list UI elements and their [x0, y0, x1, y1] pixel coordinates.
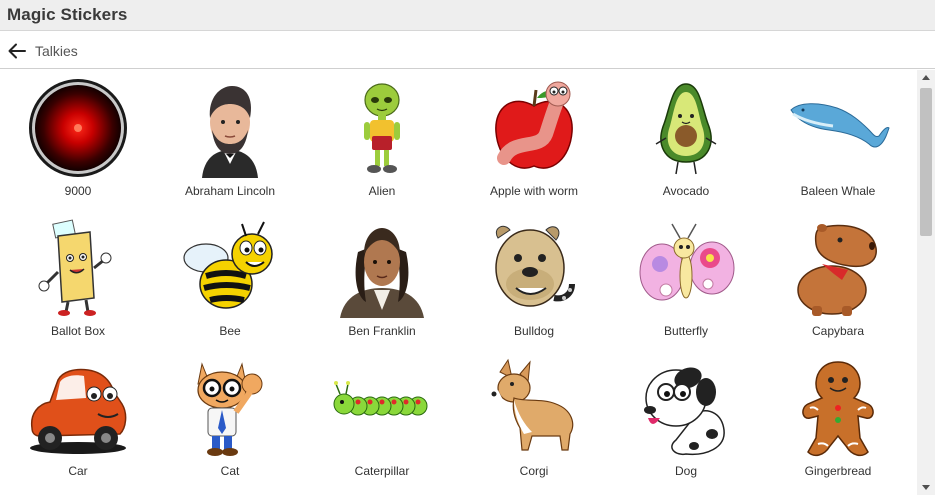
sticker-avocado[interactable]: Avocado	[610, 76, 762, 216]
gingerbread-icon	[802, 361, 874, 457]
sticker-label: 9000	[64, 184, 92, 198]
sticker-ballot-box[interactable]: Ballot Box	[2, 216, 154, 356]
dog-icon	[644, 367, 725, 456]
sticker-corgi[interactable]: Corgi	[458, 356, 610, 495]
sticker-cat[interactable]: Cat	[154, 356, 306, 495]
cat-icon	[197, 362, 263, 456]
nav-bar: Talkies	[0, 31, 935, 69]
caterpillar-icon	[333, 381, 428, 416]
sticker-9000[interactable]: 9000	[2, 76, 154, 216]
sticker-label: Dog	[674, 464, 697, 478]
app-title: Magic Stickers	[7, 5, 128, 24]
avocado-icon	[655, 83, 717, 175]
vertical-scrollbar[interactable]	[917, 70, 935, 495]
sticker-label: Bulldog	[513, 324, 555, 338]
sticker-label: Apple with worm	[489, 184, 579, 198]
sticker-label: Avocado	[662, 184, 710, 198]
sticker-label: Corgi	[519, 464, 549, 478]
sticker-label: Ben Franklin	[348, 324, 416, 338]
ben-franklin-icon	[340, 228, 424, 318]
sticker-label: Butterfly	[663, 324, 708, 338]
sticker-label: Gingerbread	[804, 464, 872, 478]
sticker-label: Alien	[368, 184, 396, 198]
sticker-alien[interactable]: Alien	[306, 76, 458, 216]
sticker-dog[interactable]: Dog	[610, 356, 762, 495]
scroll-up-arrow-icon[interactable]	[917, 70, 935, 86]
sticker-label: Cat	[220, 464, 240, 478]
sticker-apple-with-worm[interactable]: Apple with worm	[458, 76, 610, 216]
back-arrow-icon[interactable]	[6, 40, 28, 62]
sticker-label: Capybara	[811, 324, 865, 338]
sticker-label: Caterpillar	[354, 464, 410, 478]
title-bar: Magic Stickers	[0, 0, 935, 31]
scroll-down-arrow-icon[interactable]	[917, 479, 935, 495]
sticker-bulldog[interactable]: Bulldog	[458, 216, 610, 356]
sticker-capybara[interactable]: Capybara	[762, 216, 914, 356]
sticker-label: Ballot Box	[50, 324, 106, 338]
sticker-caterpillar[interactable]: Caterpillar	[306, 356, 458, 495]
sticker-label: Car	[68, 464, 88, 478]
alien-icon	[364, 83, 400, 173]
whale-icon	[790, 103, 890, 148]
sticker-car[interactable]: Car	[2, 356, 154, 495]
sticker-baleen-whale[interactable]: Baleen Whale	[762, 76, 914, 216]
apple-worm-icon	[495, 81, 573, 169]
sticker-label: Abraham Lincoln	[184, 184, 276, 198]
sticker-gingerbread[interactable]: Gingerbread	[762, 356, 914, 495]
sticker-bee[interactable]: Bee	[154, 216, 306, 356]
corgi-icon	[491, 358, 574, 451]
scrollbar-thumb[interactable]	[920, 88, 932, 236]
sticker-label: Bee	[219, 324, 241, 338]
sticker-label: Baleen Whale	[800, 184, 876, 198]
sticker-gallery: 9000 Abraham Lincoln Alien Apple with wo…	[0, 70, 917, 495]
sticker-ben-franklin[interactable]: Ben Franklin	[306, 216, 458, 356]
car-icon	[30, 368, 127, 454]
sticker-butterfly[interactable]: Butterfly	[610, 216, 762, 356]
red-eye-lens-icon	[29, 79, 127, 177]
abraham-lincoln-icon	[202, 86, 258, 178]
bee-icon	[183, 221, 273, 309]
bulldog-icon	[495, 225, 575, 307]
capybara-icon	[797, 224, 877, 316]
breadcrumb: Talkies	[35, 43, 78, 59]
sticker-abraham-lincoln[interactable]: Abraham Lincoln	[154, 76, 306, 216]
ballot-box-icon	[38, 219, 112, 316]
butterfly-icon	[639, 223, 735, 301]
